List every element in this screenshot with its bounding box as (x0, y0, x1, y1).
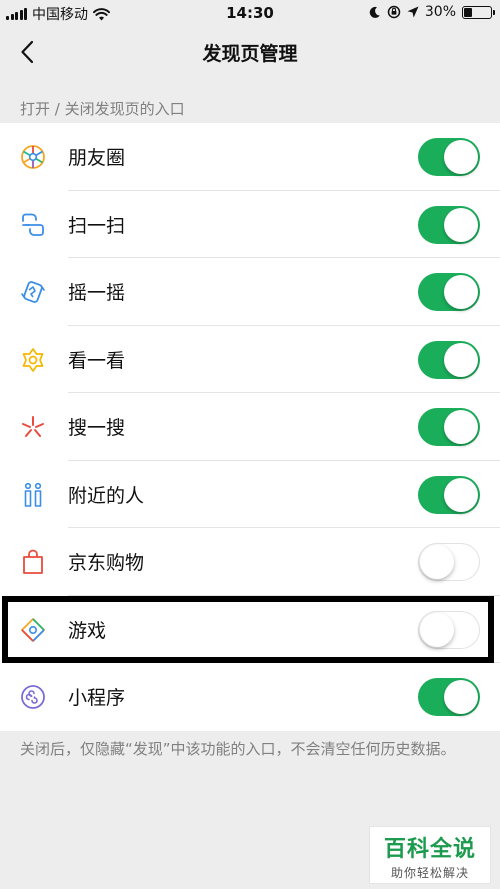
toggle-jd-shopping[interactable] (418, 543, 480, 581)
item-label: 搜一搜 (68, 417, 126, 440)
scan-icon (22, 213, 44, 236)
toggle-knob (444, 275, 478, 309)
nav-bar: 发现页管理 (0, 26, 500, 78)
item-label: 小程序 (68, 687, 126, 710)
toggle-mini-program[interactable] (418, 678, 480, 716)
location-icon (407, 6, 419, 18)
footer-note: 关闭后，仅隐藏“发现”中该功能的入口，不会清空任何历史数据。 (20, 740, 456, 758)
list-item-scan: 扫一扫 (0, 191, 500, 258)
toggle-knob (420, 545, 454, 579)
games-icon (21, 617, 45, 642)
toggle-shake[interactable] (418, 273, 480, 311)
item-label: 朋友圈 (68, 147, 126, 170)
toggle-knob (444, 680, 478, 714)
toggle-knob (444, 207, 478, 242)
status-right: 30% (368, 4, 495, 20)
section-header: 打开 / 关闭发现页的入口 (20, 100, 185, 118)
list-item-moments: 朋友圈 (0, 123, 500, 191)
battery-fill (464, 7, 472, 17)
shake-icon (21, 281, 45, 303)
list-item-shake: 摇一摇 (0, 258, 500, 326)
list-item-jd-shopping: 京东购物 (0, 528, 500, 596)
discover-entries-list: 朋友圈 扫一扫 摇一摇 看一看 搜一搜 附近的人 京东购物 游戏 小程序 (0, 123, 500, 731)
battery-icon (462, 5, 495, 19)
search-sparkle-icon (22, 416, 44, 437)
toggle-scan[interactable] (418, 205, 480, 244)
item-label: 摇一摇 (68, 282, 126, 305)
item-label: 扫一扫 (68, 214, 126, 237)
item-label: 游戏 (68, 619, 107, 642)
toggle-moments[interactable] (418, 138, 480, 176)
top-stories-icon (22, 347, 44, 372)
toggle-top-stories[interactable] (418, 340, 480, 379)
status-bar: 中国移动 14:30 30% (0, 0, 500, 26)
list-item-people-nearby: 附近的人 (0, 461, 500, 528)
list-item-top-stories: 看一看 (0, 326, 500, 393)
toggle-knob (444, 477, 478, 512)
list-item-search: 搜一搜 (0, 393, 500, 461)
list-item-games: 游戏 (0, 596, 500, 663)
battery-percent: 30% (424, 4, 456, 20)
toggle-knob (444, 140, 478, 174)
toggle-games[interactable] (418, 610, 480, 649)
moon-icon (369, 6, 380, 18)
mini-program-icon (21, 685, 45, 709)
people-nearby-icon (24, 482, 42, 507)
list-item-mini-program: 小程序 (0, 663, 500, 731)
toggle-people-nearby[interactable] (418, 475, 480, 514)
watermark-title: 百科全说 (383, 837, 476, 862)
toggle-knob (444, 410, 478, 444)
item-label: 附近的人 (68, 484, 145, 507)
moments-icon (21, 145, 45, 169)
toggle-search[interactable] (418, 408, 480, 446)
rotation-lock-icon (387, 5, 401, 19)
item-label: 京东购物 (68, 552, 145, 575)
toggle-knob (444, 342, 478, 377)
toggle-knob (420, 612, 454, 647)
watermark: 百科全说 助你轻松解决 (369, 826, 491, 884)
item-label: 看一看 (68, 349, 126, 372)
watermark-subtitle: 助你轻松解决 (390, 866, 469, 880)
page-title: 发现页管理 (202, 43, 298, 65)
shopping-bag-icon (23, 549, 43, 574)
